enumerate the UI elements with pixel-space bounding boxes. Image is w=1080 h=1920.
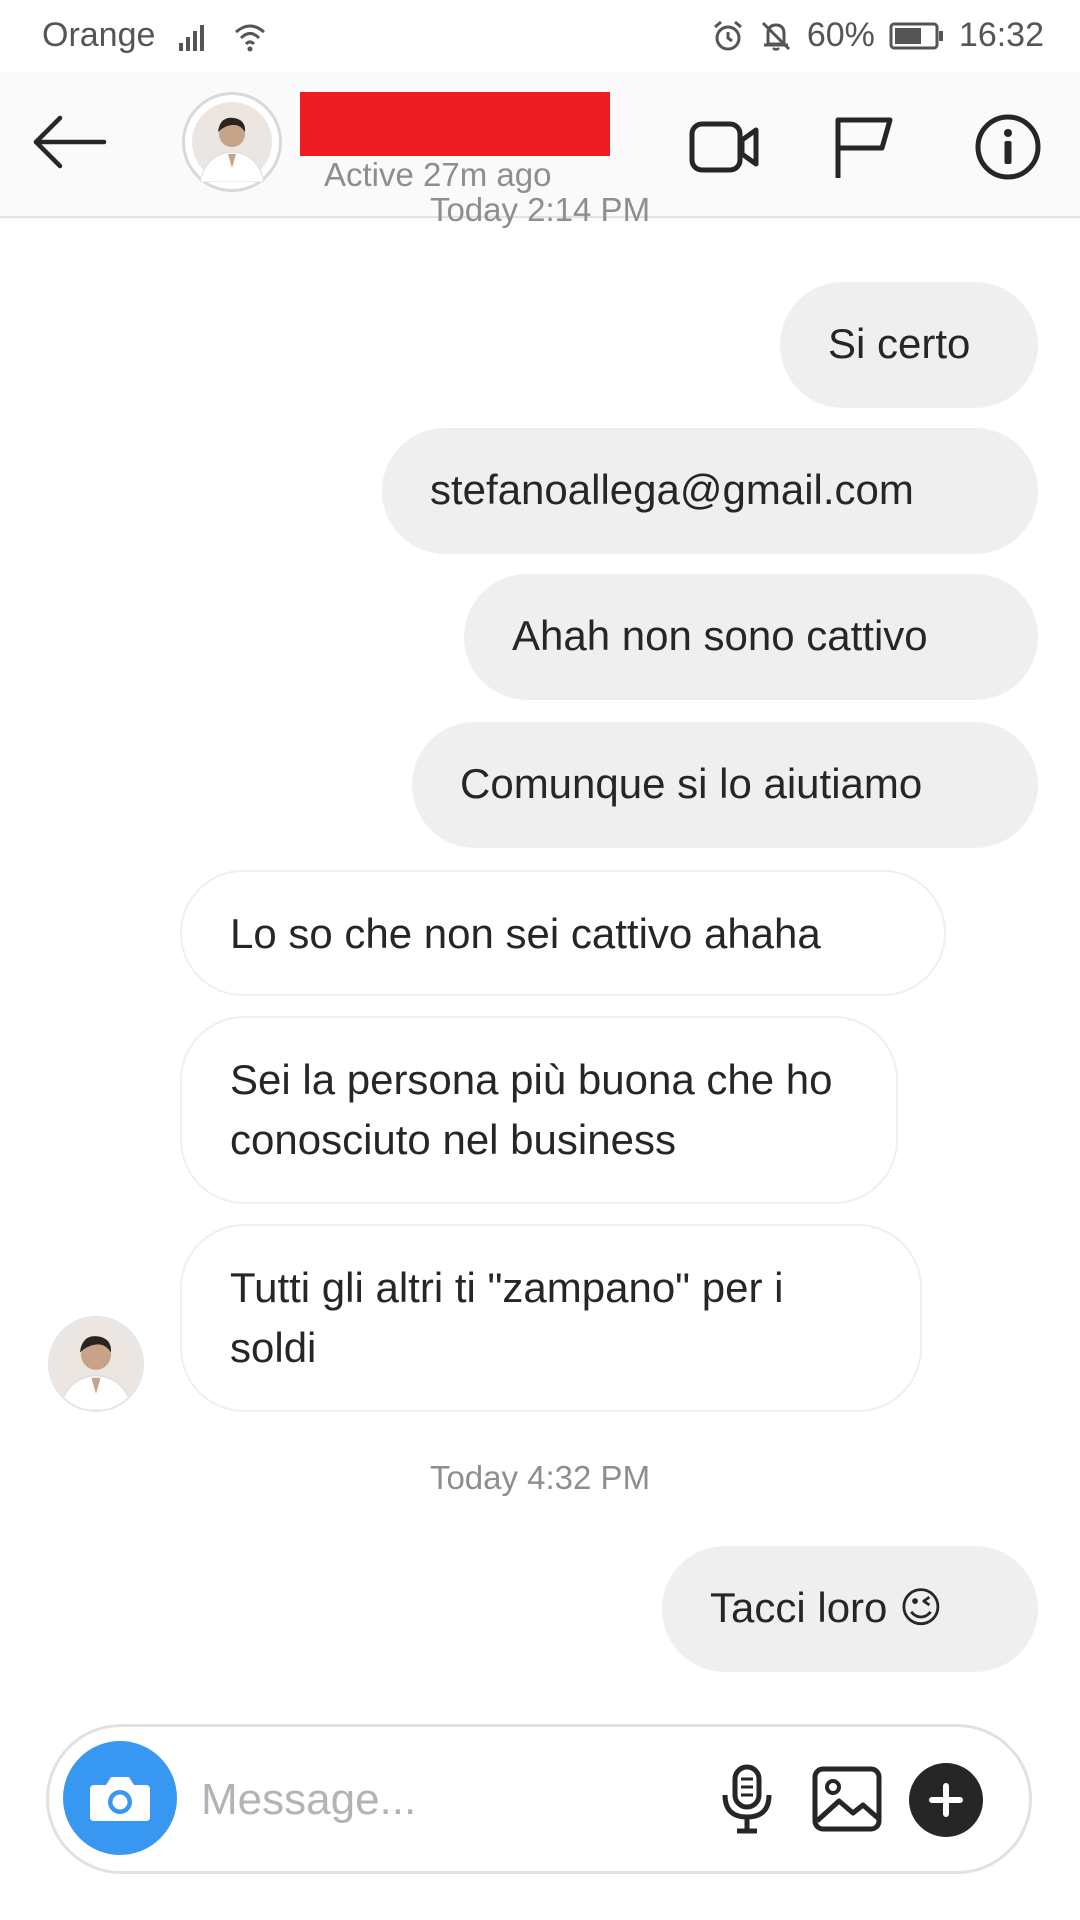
outgoing-message[interactable]: Ahah non sono cattivo [464, 574, 1038, 700]
timestamp: Today 2:14 PM [429, 191, 651, 228]
outgoing-message[interactable]: Comunque si lo aiutiamo [412, 722, 1038, 848]
status-bar: Orange 60% 16:32 [0, 0, 1080, 72]
battery-icon [889, 22, 943, 49]
clock: 16:32 [958, 16, 1044, 54]
mute-icon [761, 21, 790, 51]
contact-avatar[interactable] [182, 92, 282, 192]
camera-button[interactable] [63, 1741, 177, 1855]
info-icon[interactable] [970, 112, 1046, 182]
gallery-icon[interactable] [809, 1761, 885, 1837]
wifi-icon [235, 24, 266, 51]
active-status: Active 27m ago [324, 156, 552, 193]
message-input[interactable] [199, 1767, 683, 1833]
flag-icon[interactable] [824, 112, 900, 182]
back-arrow-icon[interactable] [30, 110, 110, 174]
microphone-icon[interactable] [709, 1761, 785, 1837]
redacted-username [300, 92, 610, 156]
incoming-message[interactable]: Sei la persona più buona che ho conosciu… [180, 1016, 898, 1204]
profile-photo-icon [50, 1318, 142, 1410]
incoming-message[interactable]: Lo so che non sei cattivo ahaha [180, 870, 946, 996]
profile-photo-icon [192, 102, 272, 182]
video-call-icon[interactable] [686, 112, 762, 182]
incoming-message[interactable]: Tutti gli altri ti "zampano" per i soldi [180, 1224, 922, 1412]
outgoing-message[interactable]: stefanoallega@gmail.com [382, 428, 1038, 554]
signal-icon [179, 24, 205, 51]
outgoing-message[interactable]: Si certo [780, 282, 1038, 408]
outgoing-message[interactable]: Tacci loro 😉 [662, 1546, 1038, 1672]
message-list[interactable]: Today 2:14 PM Si certo stefanoallega@gma… [0, 191, 1080, 1716]
battery-percent: 60% [806, 16, 875, 54]
message-composer [46, 1724, 1032, 1874]
carrier-label: Orange [42, 16, 156, 54]
alarm-icon [713, 20, 742, 50]
timestamp: Today 4:32 PM [429, 1459, 651, 1496]
more-options-button[interactable] [909, 1763, 983, 1837]
sender-avatar[interactable] [48, 1316, 144, 1412]
plus-icon [929, 1783, 963, 1817]
camera-icon [90, 1777, 150, 1821]
